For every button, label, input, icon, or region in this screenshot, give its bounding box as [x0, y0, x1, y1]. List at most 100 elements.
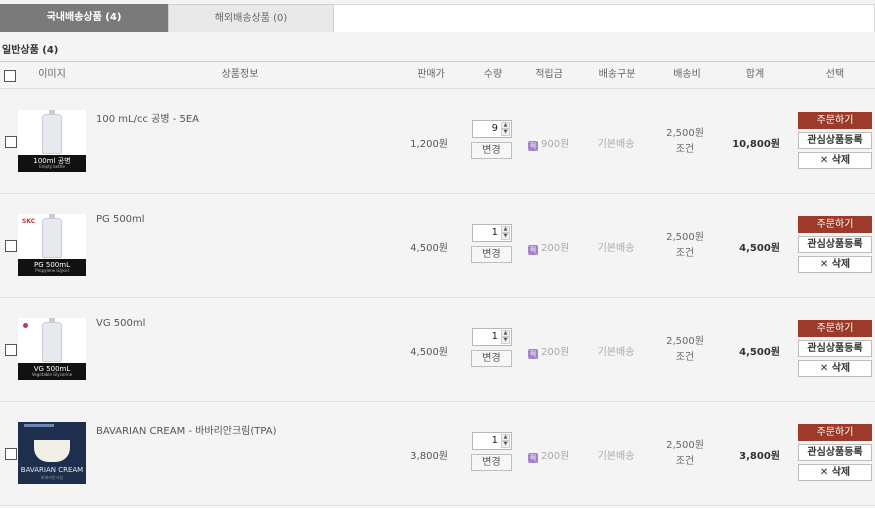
brand-logo	[23, 323, 28, 328]
item-checkbox[interactable]	[5, 344, 17, 356]
quantity-input[interactable]: 1	[476, 225, 498, 241]
thumbnail-label: VG 500mL Vegetable Glycerine	[18, 363, 86, 380]
unit-price: 4,500원	[410, 347, 448, 358]
points-earned: 적 200원	[528, 347, 570, 359]
column-header-total: 합계	[745, 69, 765, 80]
row-total: 10,800원	[732, 139, 780, 150]
unit-price: 1,200원	[410, 139, 448, 150]
delete-button[interactable]: ✕ 삭제	[798, 464, 872, 481]
shipping-type: 기본배송	[597, 347, 635, 358]
select-all-checkbox[interactable]	[4, 70, 16, 82]
thumbnail-subtitle: 바바리안크림	[40, 475, 64, 480]
product-thumbnail[interactable]: SKC PG 500mL Propylene Glycol	[18, 214, 86, 276]
unit-price: 4,500원	[410, 243, 448, 254]
quantity-stepper[interactable]: 1 ▲ ▼	[472, 224, 512, 242]
add-to-wishlist-button[interactable]: 관심상품등록	[798, 236, 872, 253]
decrease-icon[interactable]: ▼	[501, 337, 510, 344]
item-checkbox[interactable]	[5, 240, 17, 252]
add-to-wishlist-button[interactable]: 관심상품등록	[798, 444, 872, 461]
column-header-qty: 수량	[483, 69, 503, 80]
cart-row: SKC PG 500mL Propylene Glycol PG 500ml 4,…	[0, 194, 875, 298]
order-button[interactable]: 주문하기	[798, 320, 872, 337]
increase-icon[interactable]: ▲	[501, 434, 510, 441]
change-quantity-button[interactable]: 변경	[471, 350, 512, 367]
point-icon: 적	[528, 349, 538, 359]
bottle-icon	[42, 318, 62, 362]
cup-icon	[34, 440, 70, 462]
table-header: 이미지 상품정보 판매가 수량 적립금 배송구분 배송비 합계 선택	[0, 61, 875, 89]
shipping-type: 기본배송	[597, 139, 635, 150]
column-header-image: 이미지	[38, 69, 66, 80]
point-icon: 적	[528, 141, 538, 151]
unit-price: 3,800원	[410, 451, 448, 462]
shipping-fee: 2,500원 조건	[666, 128, 704, 155]
decrease-icon[interactable]: ▼	[501, 129, 510, 136]
brand-logo: SKC	[22, 218, 36, 225]
section-title: 일반상품 (4)	[2, 45, 59, 56]
product-name[interactable]: PG 500ml	[96, 214, 145, 225]
product-thumbnail[interactable]: 100ml 공병 Empty bottle	[18, 110, 86, 172]
column-header-price: 판매가	[417, 69, 445, 80]
shipping-fee: 2,500원 조건	[666, 232, 704, 259]
quantity-stepper[interactable]: 1 ▲ ▼	[472, 432, 512, 450]
column-header-select: 선택	[825, 69, 845, 80]
column-header-ship-type: 배송구분	[598, 69, 636, 80]
points-earned: 적 900원	[528, 139, 570, 151]
point-icon: 적	[528, 245, 538, 255]
product-thumbnail[interactable]: BAVARIAN CREAM 바바리안크림	[18, 422, 86, 484]
cart-row: BAVARIAN CREAM 바바리안크림 BAVARIAN CREAM - 바…	[0, 402, 875, 506]
change-quantity-button[interactable]: 변경	[471, 454, 512, 471]
decrease-icon[interactable]: ▼	[501, 441, 510, 448]
thumbnail-label: PG 500mL Propylene Glycol	[18, 259, 86, 276]
order-button[interactable]: 주문하기	[798, 112, 872, 129]
add-to-wishlist-button[interactable]: 관심상품등록	[798, 132, 872, 149]
row-total: 4,500원	[739, 347, 780, 358]
increase-icon[interactable]: ▲	[501, 122, 510, 129]
item-checkbox[interactable]	[5, 448, 17, 460]
product-name[interactable]: 100 mL/cc 공병 - 5EA	[96, 110, 199, 125]
close-icon: ✕	[819, 363, 829, 374]
tab-domestic[interactable]: 국내배송상품 (4)	[0, 4, 168, 32]
order-button[interactable]: 주문하기	[798, 216, 872, 233]
order-button[interactable]: 주문하기	[798, 424, 872, 441]
thumbnail-label: 100ml 공병 Empty bottle	[18, 155, 86, 172]
decrease-icon[interactable]: ▼	[501, 233, 510, 240]
increase-icon[interactable]: ▲	[501, 330, 510, 337]
shipping-fee: 2,500원 조건	[666, 440, 704, 467]
shipping-type: 기본배송	[597, 243, 635, 254]
close-icon: ✕	[819, 467, 829, 478]
column-header-ship-fee: 배송비	[673, 69, 701, 80]
shipping-type: 기본배송	[597, 451, 635, 462]
delete-button[interactable]: ✕ 삭제	[798, 256, 872, 273]
close-icon: ✕	[819, 259, 829, 270]
points-earned: 적 200원	[528, 451, 570, 463]
shipping-fee: 2,500원 조건	[666, 336, 704, 363]
cart-row: VG 500mL Vegetable Glycerine VG 500ml 4,5…	[0, 298, 875, 402]
product-name[interactable]: VG 500ml	[96, 318, 145, 329]
quantity-input[interactable]: 9	[476, 121, 498, 137]
item-checkbox[interactable]	[5, 136, 17, 148]
shipping-tabs: 국내배송상품 (4) 해외배송상품 (0)	[0, 4, 875, 32]
row-total: 4,500원	[739, 243, 780, 254]
quantity-input[interactable]: 1	[476, 329, 498, 345]
bottle-icon	[42, 110, 62, 154]
column-header-points: 적립금	[535, 69, 563, 80]
change-quantity-button[interactable]: 변경	[471, 246, 512, 263]
quantity-stepper[interactable]: 1 ▲ ▼	[472, 328, 512, 346]
quantity-input[interactable]: 1	[476, 433, 498, 449]
add-to-wishlist-button[interactable]: 관심상품등록	[798, 340, 872, 357]
product-name[interactable]: BAVARIAN CREAM - 바바리안크림(TPA)	[96, 422, 277, 437]
delete-button[interactable]: ✕ 삭제	[798, 360, 872, 377]
close-icon: ✕	[819, 155, 829, 166]
quantity-stepper[interactable]: 9 ▲ ▼	[472, 120, 512, 138]
change-quantity-button[interactable]: 변경	[471, 142, 512, 159]
delete-button[interactable]: ✕ 삭제	[798, 152, 872, 169]
cart-row: 100ml 공병 Empty bottle 100 mL/cc 공병 - 5EA …	[0, 90, 875, 194]
points-earned: 적 200원	[528, 243, 570, 255]
column-header-info: 상품정보	[221, 69, 259, 80]
point-icon: 적	[528, 453, 538, 463]
increase-icon[interactable]: ▲	[501, 226, 510, 233]
tab-bar-filler	[334, 4, 875, 32]
product-thumbnail[interactable]: VG 500mL Vegetable Glycerine	[18, 318, 86, 380]
tab-overseas[interactable]: 해외배송상품 (0)	[168, 4, 334, 32]
